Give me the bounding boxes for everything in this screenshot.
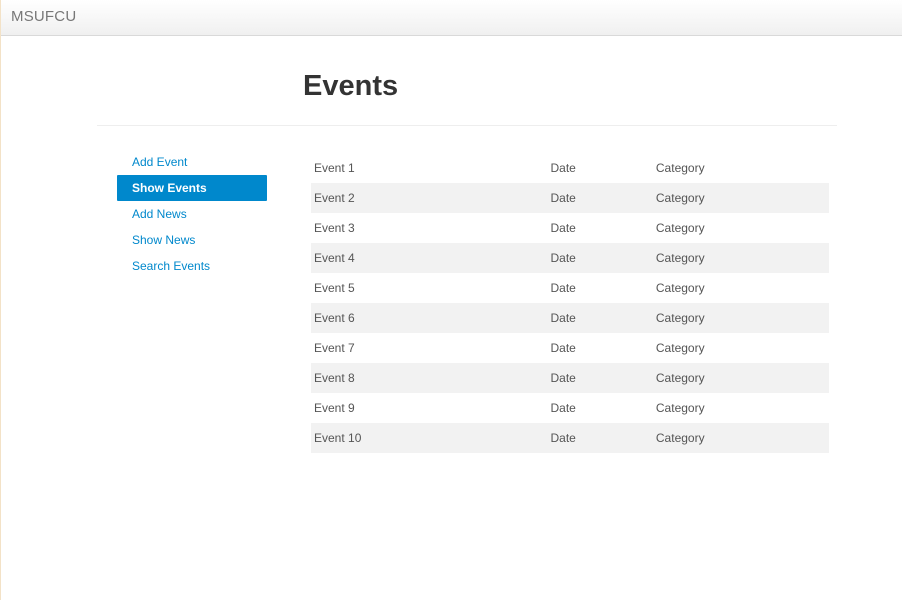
event-name-cell: Event 8 bbox=[311, 363, 551, 393]
event-category-cell: Category bbox=[655, 243, 829, 273]
sidebar-item-add-event[interactable]: Add Event bbox=[117, 149, 267, 175]
brand-link[interactable]: MSUFCU bbox=[11, 8, 76, 25]
sidebar-item-search-events[interactable]: Search Events bbox=[117, 253, 267, 279]
event-name-cell: Event 9 bbox=[314, 401, 355, 415]
table-row[interactable]: Event 3 Date Category bbox=[311, 213, 829, 243]
event-name-cell: Event 10 bbox=[311, 423, 551, 453]
event-category-cell: Category bbox=[655, 363, 829, 393]
event-name-cell: Event 7 bbox=[314, 341, 355, 355]
event-category-cell: Category bbox=[655, 401, 705, 415]
event-date-cell: Date bbox=[550, 161, 576, 175]
event-category-cell: Category bbox=[655, 281, 705, 295]
event-name-cell: Event 1 bbox=[314, 161, 355, 175]
table-row[interactable]: Event 10 Date Category bbox=[311, 423, 829, 453]
sidebar-nav: Add Event Show Events Add News Show News… bbox=[117, 149, 267, 279]
event-name-cell: Event 4 bbox=[311, 243, 551, 273]
table-row[interactable]: Event 1 Date Category bbox=[311, 153, 829, 183]
event-date-cell: Date bbox=[550, 363, 656, 393]
table-row[interactable]: Event 8 Date Category bbox=[311, 363, 829, 393]
top-navbar: MSUFCU bbox=[1, 0, 902, 36]
table-row[interactable]: Event 9 Date Category bbox=[311, 393, 829, 423]
event-name-cell: Event 3 bbox=[314, 221, 355, 235]
table-row[interactable]: Event 5 Date Category bbox=[311, 273, 829, 303]
event-date-cell: Date bbox=[550, 341, 576, 355]
event-name-cell: Event 6 bbox=[311, 303, 551, 333]
event-category-cell: Category bbox=[655, 303, 829, 333]
page-header: Events bbox=[97, 62, 837, 126]
event-date-cell: Date bbox=[550, 401, 576, 415]
event-name-cell: Event 2 bbox=[311, 183, 551, 213]
sidebar-item-add-news[interactable]: Add News bbox=[117, 201, 267, 227]
event-date-cell: Date bbox=[550, 221, 576, 235]
event-date-cell: Date bbox=[550, 243, 656, 273]
table-row[interactable]: Event 6 Date Category bbox=[311, 303, 829, 333]
event-date-cell: Date bbox=[550, 183, 656, 213]
sidebar-item-show-news[interactable]: Show News bbox=[117, 227, 267, 253]
event-category-cell: Category bbox=[655, 423, 829, 453]
event-category-cell: Category bbox=[655, 341, 705, 355]
event-category-cell: Category bbox=[655, 183, 829, 213]
table-row[interactable]: Event 7 Date Category bbox=[311, 333, 829, 363]
event-date-cell: Date bbox=[550, 303, 656, 333]
event-date-cell: Date bbox=[550, 281, 576, 295]
sidebar-item-show-events[interactable]: Show Events bbox=[117, 175, 267, 201]
event-category-cell: Category bbox=[655, 221, 705, 235]
page-title: Events bbox=[303, 70, 399, 102]
event-date-cell: Date bbox=[550, 423, 656, 453]
events-table: Event 1 Date Category Event 2 Date Categ… bbox=[311, 153, 829, 453]
event-name-cell: Event 5 bbox=[314, 281, 355, 295]
table-row[interactable]: Event 4 Date Category bbox=[311, 243, 829, 273]
table-row[interactable]: Event 2 Date Category bbox=[311, 183, 829, 213]
event-category-cell: Category bbox=[655, 161, 705, 175]
